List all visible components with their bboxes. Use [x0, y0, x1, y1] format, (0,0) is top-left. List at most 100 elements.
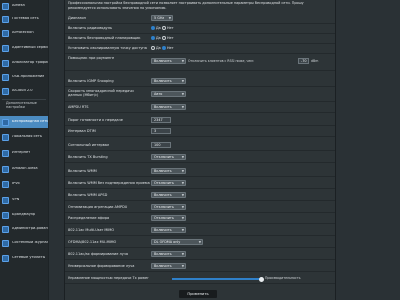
- rts-threshold-input[interactable]: 2347: [151, 117, 171, 123]
- sidebar-item-vpn[interactable]: VPN: [0, 194, 48, 206]
- wmm-noack-label: Включить WMM без подтверждения приема: [68, 181, 150, 185]
- radio-no-label: Нет: [167, 26, 174, 30]
- mu-mimo-select[interactable]: Включить ▼: [151, 227, 186, 233]
- scheduler-no[interactable]: Нет: [162, 36, 174, 40]
- radio-enable-no[interactable]: Нет: [162, 26, 174, 30]
- sidebar-item-firewall[interactable]: Брандмауэр: [0, 209, 48, 221]
- radio-enable-label: Включить радиомодуль: [68, 26, 113, 30]
- tx-power-label: Управление мощностью передачи Tx power: [68, 276, 149, 280]
- apply-button[interactable]: Применить: [179, 290, 217, 298]
- sidebar-item-aiprotection[interactable]: AiProtection: [0, 27, 48, 39]
- wmm-noack-value: Отключить: [154, 181, 174, 185]
- sidebar-item-label: Сетевые утилиты: [12, 256, 46, 260]
- row-wmm-apsd: Включить WMM APSD Включить ▼: [65, 191, 335, 201]
- sidebar-item-network-tools[interactable]: Сетевые утилиты: [0, 252, 48, 264]
- sidebar: AiMesh Гостевая сеть AiProtection Адапти…: [0, 0, 48, 300]
- radio-unchecked-icon: [151, 46, 155, 50]
- sidebar-item-traffic-analyzer[interactable]: Анализатор трафика: [0, 56, 48, 70]
- sidebar-item-ipv6[interactable]: IPv6: [0, 178, 48, 190]
- tx-bursting-select[interactable]: Отключить ▼: [151, 154, 186, 160]
- multicast-label: Скорость многоадресной передачи данных (…: [68, 89, 134, 98]
- radio-enable-yes[interactable]: Да: [151, 26, 161, 30]
- sidebar-item-system-log[interactable]: Системный журнал: [0, 237, 48, 249]
- chevron-down-icon: ▼: [181, 155, 184, 159]
- airtime-label: Распределение эфира: [68, 216, 110, 220]
- scrollbar[interactable]: [396, 0, 400, 300]
- tx-power-slider[interactable]: [172, 276, 264, 282]
- ap-isolation-yes[interactable]: Да: [151, 46, 161, 50]
- band-label: Диапазон: [68, 16, 86, 20]
- ampdu-rts-select[interactable]: Включить ▼: [151, 104, 186, 110]
- row-beamforming: 802.11ac/ax формирование луча Включить ▼: [65, 250, 335, 260]
- row-universal-beamforming: Универсальное формирование луча Включить…: [65, 262, 335, 272]
- multicast-select[interactable]: Авто ▼: [151, 91, 186, 97]
- sidebar-item-label: Беспроводная сеть: [12, 120, 48, 124]
- band-value: 5 GHz: [154, 16, 165, 20]
- beacon-input[interactable]: 100: [151, 142, 171, 148]
- scheduler-yes[interactable]: Да: [151, 36, 161, 40]
- wmm-select[interactable]: Включить ▼: [151, 168, 186, 174]
- row-tx-power: Управление мощностью передачи Tx power П…: [65, 274, 335, 284]
- admin-icon: [2, 225, 9, 233]
- airtime-value: Отключить: [154, 216, 174, 220]
- ap-isolation-no[interactable]: Нет: [162, 46, 174, 50]
- beamforming-select[interactable]: Включить ▼: [151, 251, 186, 257]
- airtime-select[interactable]: Отключить ▼: [151, 215, 186, 221]
- row-igmp: Включить IGMP Snooping Включить ▼: [65, 77, 335, 87]
- mesh-icon: [2, 2, 9, 10]
- roaming-select[interactable]: Включить ▼: [151, 58, 186, 64]
- row-wmm: Включить WMM Включить ▼: [65, 167, 335, 177]
- sidebar-item-usb[interactable]: USB-приложение: [0, 71, 48, 83]
- radio-yes-label: Да: [156, 36, 161, 40]
- ampdu-agg-select[interactable]: Отключить ▼: [151, 204, 186, 210]
- ipv6-icon: [2, 180, 9, 188]
- sidebar-item-alexa[interactable]: Amazon Alexa: [0, 163, 48, 175]
- radio-no-label: Нет: [167, 46, 174, 50]
- wmm-value: Включить: [154, 169, 172, 173]
- rssi-input[interactable]: -70: [298, 58, 309, 64]
- chevron-down-icon: ▼: [181, 181, 184, 185]
- row-radio-enable: Включить радиомодуль Да Нет: [65, 24, 335, 34]
- rts-threshold-label: Порог готовности к передаче: [68, 118, 123, 122]
- sidebar-item-wireless[interactable]: Беспроводная сеть: [0, 116, 48, 128]
- tx-bursting-label: Включить TX Bursting: [68, 155, 108, 159]
- alexa-icon: [2, 165, 9, 173]
- ofdma-select[interactable]: DL OFDMA only ▼: [151, 239, 203, 245]
- sidebar-item-lan[interactable]: Локальная сеть: [0, 131, 48, 143]
- sidebar-item-qos[interactable]: Адаптивный сервис QoS: [0, 41, 48, 55]
- sidebar-item-aicloud[interactable]: AiCloud 2.0: [0, 85, 48, 97]
- cloud-icon: [2, 87, 9, 95]
- multicast-value: Авто: [154, 92, 163, 96]
- chevron-down-icon: ▼: [181, 169, 184, 173]
- universal-beamforming-select[interactable]: Включить ▼: [151, 263, 186, 269]
- internet-icon: [2, 149, 9, 157]
- scheduler-label: Включить беспроводный планировщик: [68, 36, 141, 40]
- row-band: Диапазон 5 GHz ▼: [65, 14, 335, 24]
- radio-yes-label: Да: [156, 46, 161, 50]
- dtim-input[interactable]: 3: [151, 128, 171, 134]
- ampdu-rts-value: Включить: [154, 105, 172, 109]
- sidebar-item-internet[interactable]: Интернет: [0, 147, 48, 159]
- row-ofdma: OFDMA/802.11ax MU-MIMO DL OFDMA only ▼: [65, 238, 335, 248]
- sidebar-item-label: AiMesh: [12, 4, 25, 8]
- row-ampdu-rts: AMPDU RTS Включить ▼: [65, 103, 335, 113]
- chevron-down-icon: ▼: [168, 16, 171, 20]
- tx-power-slider-handle[interactable]: [259, 276, 264, 282]
- sidebar-item-aimesh[interactable]: AiMesh: [0, 0, 48, 12]
- sidebar-item-administration[interactable]: Администри-рование: [0, 222, 48, 236]
- ampdu-rts-label: AMPDU RTS: [68, 105, 89, 109]
- wmm-apsd-select[interactable]: Включить ▼: [151, 192, 186, 198]
- radio-checked-icon: [151, 26, 155, 30]
- row-rts-threshold: Порог готовности к передаче 2347: [65, 116, 335, 126]
- mu-mimo-label: 802.11ac Multi-User MIMO: [68, 228, 115, 232]
- band-select[interactable]: 5 GHz ▼: [151, 15, 173, 21]
- sidebar-item-guest-network[interactable]: Гостевая сеть: [0, 13, 48, 25]
- wmm-noack-select[interactable]: Отключить ▼: [151, 180, 186, 186]
- chevron-down-icon: ▼: [198, 240, 201, 244]
- sidebar-item-label: IPv6: [12, 182, 20, 186]
- row-beacon: Сигнальный интервал 100: [65, 141, 335, 151]
- row-ap-isolation: Установить изолированную точку доступа Д…: [65, 44, 335, 54]
- igmp-select[interactable]: Включить ▼: [151, 78, 186, 84]
- chevron-down-icon: ▼: [181, 252, 184, 256]
- universal-beamforming-label: Универсальное формирование луча: [68, 264, 135, 268]
